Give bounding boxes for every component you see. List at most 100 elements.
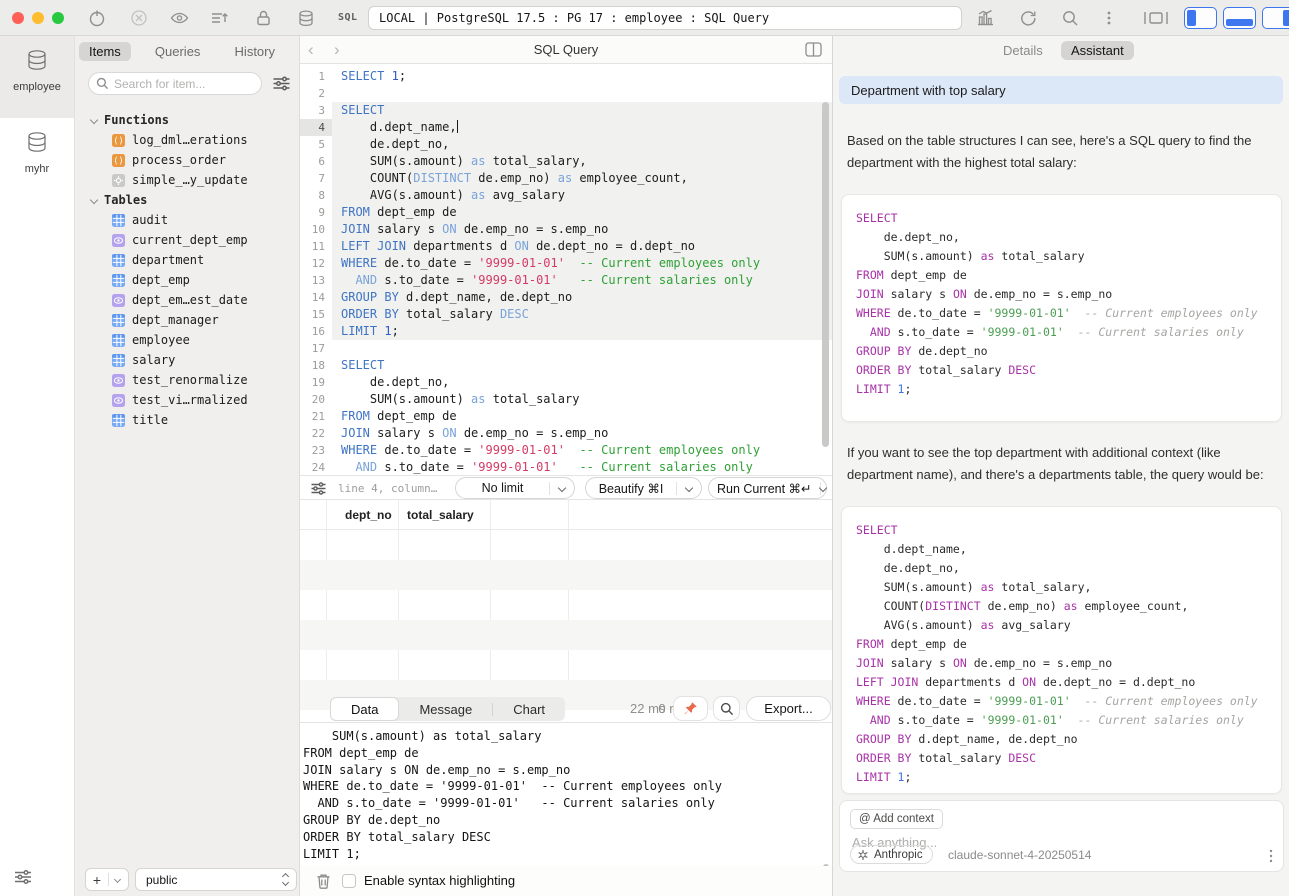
tree-item[interactable]: department: [75, 250, 299, 270]
tree-item[interactable]: simple_…y_update: [75, 170, 299, 190]
editor-line[interactable]: 16LIMIT 1;: [300, 323, 832, 340]
tree-item[interactable]: test_vi…rmalized: [75, 390, 299, 410]
more-options-icon[interactable]: [1106, 9, 1112, 27]
tab-chart[interactable]: Chart: [493, 697, 565, 721]
tree-item[interactable]: current_dept_emp: [75, 230, 299, 250]
connection-employee[interactable]: employee: [0, 36, 74, 118]
editor-line[interactable]: 9FROM dept_emp de: [300, 204, 832, 221]
window-close-button[interactable]: [12, 12, 24, 24]
editor-settings-icon[interactable]: [310, 481, 327, 496]
connection-myhr[interactable]: myhr: [0, 118, 74, 200]
editor-line[interactable]: 13 AND s.to_date = '9999-01-01' -- Curre…: [300, 272, 832, 289]
tree-item[interactable]: audit: [75, 210, 299, 230]
session-title[interactable]: Department with top salary: [839, 76, 1283, 104]
toggle-right-panel-button[interactable]: [1262, 7, 1289, 29]
editor-line[interactable]: 20 SUM(s.amount) as total_salary: [300, 391, 832, 408]
model-name[interactable]: claude-sonnet-4-20250514: [948, 848, 1091, 862]
preview-eye-icon[interactable]: [170, 9, 189, 27]
tab-items[interactable]: Items: [79, 42, 131, 61]
limit-select[interactable]: No limit: [455, 477, 575, 499]
editor-line[interactable]: 17: [300, 340, 832, 357]
editor-line[interactable]: 7 COUNT(DISTINCT de.emp_no) as employee_…: [300, 170, 832, 187]
editor-line[interactable]: 3SELECT: [300, 102, 832, 119]
beautify-button[interactable]: Beautify ⌘I: [585, 477, 702, 499]
schema-select[interactable]: public: [135, 868, 297, 891]
editor-tab-title[interactable]: SQL Query: [300, 42, 832, 57]
commit-changes-icon[interactable]: [210, 9, 229, 27]
editor-line[interactable]: 22JOIN salary s ON de.emp_no = s.emp_no: [300, 425, 832, 442]
editor-line[interactable]: 12WHERE de.to_date = '9999-01-01' -- Cur…: [300, 255, 832, 272]
tab-assistant[interactable]: Assistant: [1061, 41, 1134, 60]
tree-item[interactable]: employee: [75, 330, 299, 350]
table-row[interactable]: [300, 530, 832, 560]
window-minimize-button[interactable]: [32, 12, 44, 24]
connection-title[interactable]: LOCAL | PostgreSQL 17.5 : PG 17 : employ…: [368, 6, 962, 30]
tab-message[interactable]: Message: [399, 697, 492, 721]
editor-line[interactable]: 1SELECT 1;: [300, 68, 832, 85]
editor-line[interactable]: 19 de.dept_no,: [300, 374, 832, 391]
trash-icon[interactable]: [316, 873, 331, 889]
editor-line[interactable]: 10JOIN salary s ON de.emp_no = s.emp_no: [300, 221, 832, 238]
sql-editor[interactable]: 1SELECT 1;2 3SELECT4 d.dept_name,5 de.de…: [300, 64, 832, 475]
pin-button[interactable]: [673, 696, 708, 721]
editor-line[interactable]: 8 AVG(s.amount) as avg_salary: [300, 187, 832, 204]
table-row[interactable]: [300, 650, 832, 680]
table-row[interactable]: [300, 560, 832, 590]
assistant-code-block[interactable]: SELECT de.dept_no, SUM(s.amount) as tota…: [841, 194, 1282, 422]
table-row[interactable]: [300, 620, 832, 650]
filter-sliders-icon[interactable]: [272, 75, 291, 92]
tree-item[interactable]: salary: [75, 350, 299, 370]
editor-line[interactable]: 5 de.dept_no,: [300, 136, 832, 153]
tab-history[interactable]: History: [225, 42, 285, 61]
tab-data[interactable]: Data: [330, 697, 399, 721]
toggle-bottom-panel-button[interactable]: [1223, 7, 1256, 29]
chart-icon[interactable]: [976, 9, 995, 27]
editor-line[interactable]: 24 AND s.to_date = '9999-01-01' -- Curre…: [300, 459, 832, 475]
tree-item[interactable]: test_renormalize: [75, 370, 299, 390]
toggle-left-panel-button[interactable]: [1184, 7, 1217, 29]
window-zoom-button[interactable]: [52, 12, 64, 24]
tab-queries[interactable]: Queries: [145, 42, 211, 61]
query-log[interactable]: SUM(s.amount) as total_salaryFROM dept_e…: [300, 722, 832, 866]
window-layout-icon[interactable]: [1143, 9, 1169, 27]
editor-scrollbar[interactable]: [822, 102, 829, 447]
editor-line[interactable]: 11LEFT JOIN departments d ON de.dept_no …: [300, 238, 832, 255]
tree-item[interactable]: dept_manager: [75, 310, 299, 330]
stop-icon[interactable]: [130, 9, 148, 27]
editor-line[interactable]: 15ORDER BY total_salary DESC: [300, 306, 832, 323]
split-view-icon[interactable]: [805, 42, 822, 57]
chat-options-icon[interactable]: [1269, 849, 1273, 863]
search-input[interactable]: Search for item...: [88, 72, 262, 95]
tree-item[interactable]: ()log_dml…erations: [75, 130, 299, 150]
provider-select[interactable]: Anthropic: [850, 845, 933, 864]
tree-group-header[interactable]: Functions: [75, 110, 299, 130]
editor-line[interactable]: 6 SUM(s.amount) as total_salary,: [300, 153, 832, 170]
tree-item[interactable]: title: [75, 410, 299, 430]
tree-item[interactable]: ()process_order: [75, 150, 299, 170]
refresh-icon[interactable]: [1019, 9, 1037, 27]
results-grid[interactable]: dept_no total_salary: [300, 500, 832, 696]
database-icon[interactable]: [297, 9, 315, 28]
results-search-button[interactable]: [713, 696, 740, 721]
editor-line[interactable]: 2: [300, 85, 832, 102]
add-item-button[interactable]: +: [85, 868, 129, 891]
editor-line[interactable]: 21FROM dept_emp de: [300, 408, 832, 425]
assistant-code-block[interactable]: SELECT d.dept_name, de.dept_no, SUM(s.am…: [841, 506, 1282, 794]
editor-line[interactable]: 4 d.dept_name,: [300, 119, 832, 136]
tab-details[interactable]: Details: [993, 41, 1053, 60]
tree-group-header[interactable]: Tables: [75, 190, 299, 210]
tree-item[interactable]: dept_em…est_date: [75, 290, 299, 310]
export-button[interactable]: Export...: [746, 696, 831, 721]
table-row[interactable]: [300, 590, 832, 620]
column-header[interactable]: total_salary: [407, 508, 474, 522]
search-icon[interactable]: [1061, 9, 1079, 27]
syntax-highlighting-checkbox[interactable]: [342, 874, 356, 888]
connection-status-icon[interactable]: [88, 9, 106, 27]
settings-sliders-icon[interactable]: [13, 868, 33, 886]
editor-line[interactable]: 14GROUP BY d.dept_name, de.dept_no: [300, 289, 832, 306]
lock-icon[interactable]: [255, 9, 272, 27]
run-current-button[interactable]: Run Current ⌘↵: [708, 477, 827, 499]
editor-line[interactable]: 23WHERE de.to_date = '9999-01-01' -- Cur…: [300, 442, 832, 459]
column-header[interactable]: dept_no: [345, 508, 392, 522]
tree-item[interactable]: dept_emp: [75, 270, 299, 290]
